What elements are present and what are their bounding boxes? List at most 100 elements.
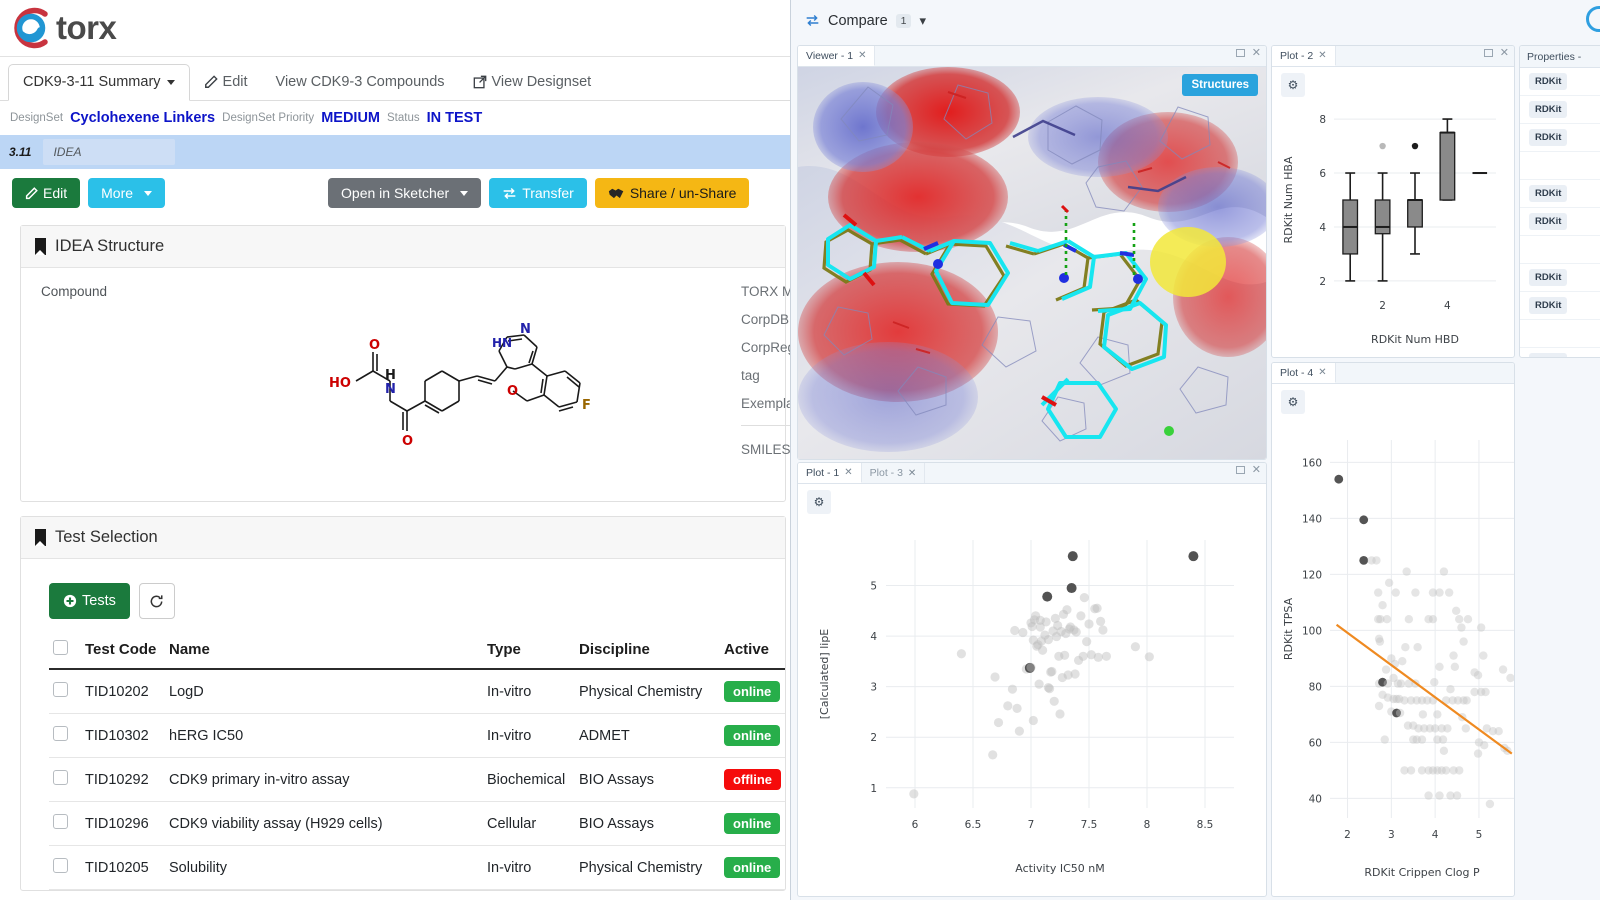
plot1-pane-tabbar: Plot - 1 ✕ Plot - 3 ✕ ✕ — [798, 463, 1266, 484]
compound-label: Compound — [41, 284, 741, 299]
edit-button[interactable]: Edit — [12, 178, 80, 208]
cell-type: Cellular — [483, 802, 575, 846]
plot4-settings-button[interactable]: ⚙ — [1281, 390, 1305, 414]
close-icon[interactable]: ✕ — [1318, 50, 1326, 61]
rdkit-chip: RDKit — [1529, 129, 1567, 146]
more-button[interactable]: More — [88, 178, 165, 208]
restore-icon[interactable] — [1236, 466, 1245, 474]
plot2-chart-area: 246824RDKit Num HBDRDKit Num HBA — [1272, 97, 1514, 355]
plot4-pane: Plot - 4 ✕ ⚙ 2345406080100120140160RDKit… — [1271, 362, 1515, 897]
cell-name: hERG IC50 — [165, 714, 483, 758]
viewer-pane: Viewer - 1 ✕ ✕ Structures — [797, 45, 1267, 460]
tab-plot-3[interactable]: Plot - 3 ✕ — [862, 463, 926, 483]
table-row[interactable]: TID10302 hERG IC50 In-vitro ADMET online — [49, 714, 785, 758]
designset-meta: DesignSet Cyclohexene Linkers DesignSet … — [0, 101, 800, 135]
cell-test-code: TID10296 — [81, 802, 165, 846]
plot2-settings-button[interactable]: ⚙ — [1281, 73, 1305, 97]
tab-summary[interactable]: CDK9-3-11 Summary — [8, 64, 190, 101]
close-icon[interactable]: ✕ — [858, 50, 866, 61]
cell-discipline: BIO Assays — [575, 802, 720, 846]
property-chip-row[interactable]: RDKit — [1520, 180, 1600, 208]
restore-icon[interactable] — [1484, 49, 1493, 57]
test-selection-header: Test Selection — [21, 517, 785, 559]
close-icon[interactable]: ✕ — [1252, 49, 1261, 57]
property-chip-row[interactable]: RDKit — [1520, 124, 1600, 152]
svg-text:6: 6 — [1319, 168, 1326, 180]
add-tests-label: Tests — [82, 594, 116, 609]
property-blank-row — [1520, 152, 1600, 180]
compare-arrows-icon — [805, 14, 820, 27]
plot-2-boxplot[interactable]: 246824RDKit Num HBDRDKit Num HBA — [1272, 97, 1514, 355]
plot1-pane: Plot - 1 ✕ Plot - 3 ✕ ✕ ⚙ 66.577.588.512… — [797, 462, 1267, 897]
plot-1-scatter[interactable]: 66.577.588.512345Activity IC50 nM[Calcul… — [798, 514, 1266, 894]
share-unshare-button[interactable]: Share / un-Share — [595, 178, 750, 208]
structures-button[interactable]: Structures — [1182, 74, 1258, 96]
plot1-settings-button[interactable]: ⚙ — [807, 490, 831, 514]
transfer-button[interactable]: Transfer — [489, 178, 587, 208]
svg-text:O: O — [507, 384, 518, 399]
table-row[interactable]: TID10205 Solubility In-vitro Physical Ch… — [49, 846, 785, 890]
svg-text:RDKit Num HBA: RDKit Num HBA — [1282, 156, 1295, 243]
table-row[interactable]: TID10202 LogD In-vitro Physical Chemistr… — [49, 669, 785, 714]
app-topbar: torx — [0, 0, 800, 57]
property-chip-row[interactable]: RDKit — [1520, 68, 1600, 96]
idea-name-input[interactable]: IDEA — [43, 139, 175, 165]
close-icon[interactable]: ✕ — [1318, 367, 1326, 378]
svg-text:80: 80 — [1309, 681, 1322, 693]
row-checkbox[interactable] — [53, 726, 68, 741]
cell-test-code: TID10302 — [81, 714, 165, 758]
svg-text:5: 5 — [870, 581, 877, 593]
property-chip-row[interactable]: RDKit — [1520, 264, 1600, 292]
help-circle-icon[interactable] — [1586, 6, 1600, 32]
meta-value-priority: MEDIUM — [321, 110, 380, 126]
compare-panes: Viewer - 1 ✕ ✕ Structures — [791, 41, 1600, 900]
property-chip-row[interactable]: RDKit — [1520, 292, 1600, 320]
svg-text:O: O — [402, 434, 413, 449]
select-all-checkbox[interactable] — [53, 640, 68, 655]
row-checkbox[interactable] — [53, 814, 68, 829]
property-chip-row[interactable]: RDKit — [1520, 348, 1600, 358]
svg-text:RDKit Num HBD: RDKit Num HBD — [1371, 333, 1459, 346]
svg-text:4: 4 — [1444, 300, 1451, 312]
refresh-tests-button[interactable] — [139, 583, 175, 619]
torx-logo[interactable]: torx — [8, 5, 116, 51]
plot-4-scatter[interactable]: 2345406080100120140160RDKit Crippen Clog… — [1272, 414, 1514, 894]
tab-edit[interactable]: Edit — [190, 65, 262, 100]
chevron-down-icon — [144, 191, 152, 196]
table-row[interactable]: TID10292 CDK9 primary in-vitro assay Bio… — [49, 758, 785, 802]
cell-discipline: Physical Chemistry — [575, 669, 720, 714]
svg-text:Activity IC50 nM: Activity IC50 nM — [1015, 862, 1105, 875]
tab-view-compounds[interactable]: View CDK9-3 Compounds — [262, 65, 459, 100]
cell-discipline: ADMET — [575, 714, 720, 758]
row-checkbox[interactable] — [53, 770, 68, 785]
refresh-icon — [149, 594, 164, 609]
protein-3d-viewer[interactable]: Structures — [798, 67, 1266, 460]
close-icon[interactable]: ✕ — [908, 468, 916, 479]
open-in-sketcher-button[interactable]: Open in Sketcher — [328, 178, 481, 208]
row-checkbox[interactable] — [53, 682, 68, 697]
restore-icon[interactable] — [1236, 49, 1245, 57]
close-icon[interactable]: ✕ — [1500, 49, 1509, 57]
property-chip-row[interactable]: RDKit — [1520, 208, 1600, 236]
tab-plot-1[interactable]: Plot - 1 ✕ — [798, 463, 862, 483]
close-icon[interactable]: ✕ — [844, 467, 852, 478]
table-row[interactable]: TID10296 CDK9 viability assay (H929 cell… — [49, 802, 785, 846]
compare-header: Compare 1 ▾ — [791, 0, 1600, 41]
test-selection-body: Tests Test Code Name Type Discipline — [21, 559, 785, 890]
meta-label-status: Status — [387, 112, 420, 124]
chevron-down-icon[interactable]: ▾ — [919, 13, 926, 29]
close-icon[interactable]: ✕ — [1252, 466, 1261, 474]
add-tests-button[interactable]: Tests — [49, 583, 130, 619]
tab-view-designset[interactable]: View Designset — [459, 65, 606, 100]
tab-viewer-1[interactable]: Viewer - 1 ✕ — [798, 46, 875, 66]
tests-toolbar: Tests — [21, 575, 785, 633]
row-checkbox[interactable] — [53, 858, 68, 873]
cell-type: In-vitro — [483, 846, 575, 890]
column-active: Active — [720, 633, 785, 669]
rdkit-chip: RDKit — [1529, 101, 1567, 118]
tab-viewer-1-label: Viewer - 1 — [806, 50, 853, 62]
svg-text:8.5: 8.5 — [1197, 819, 1214, 831]
property-chip-row[interactable]: RDKit — [1520, 96, 1600, 124]
tab-plot-4[interactable]: Plot - 4 ✕ — [1272, 363, 1336, 383]
tab-plot-2[interactable]: Plot - 2 ✕ — [1272, 46, 1336, 66]
